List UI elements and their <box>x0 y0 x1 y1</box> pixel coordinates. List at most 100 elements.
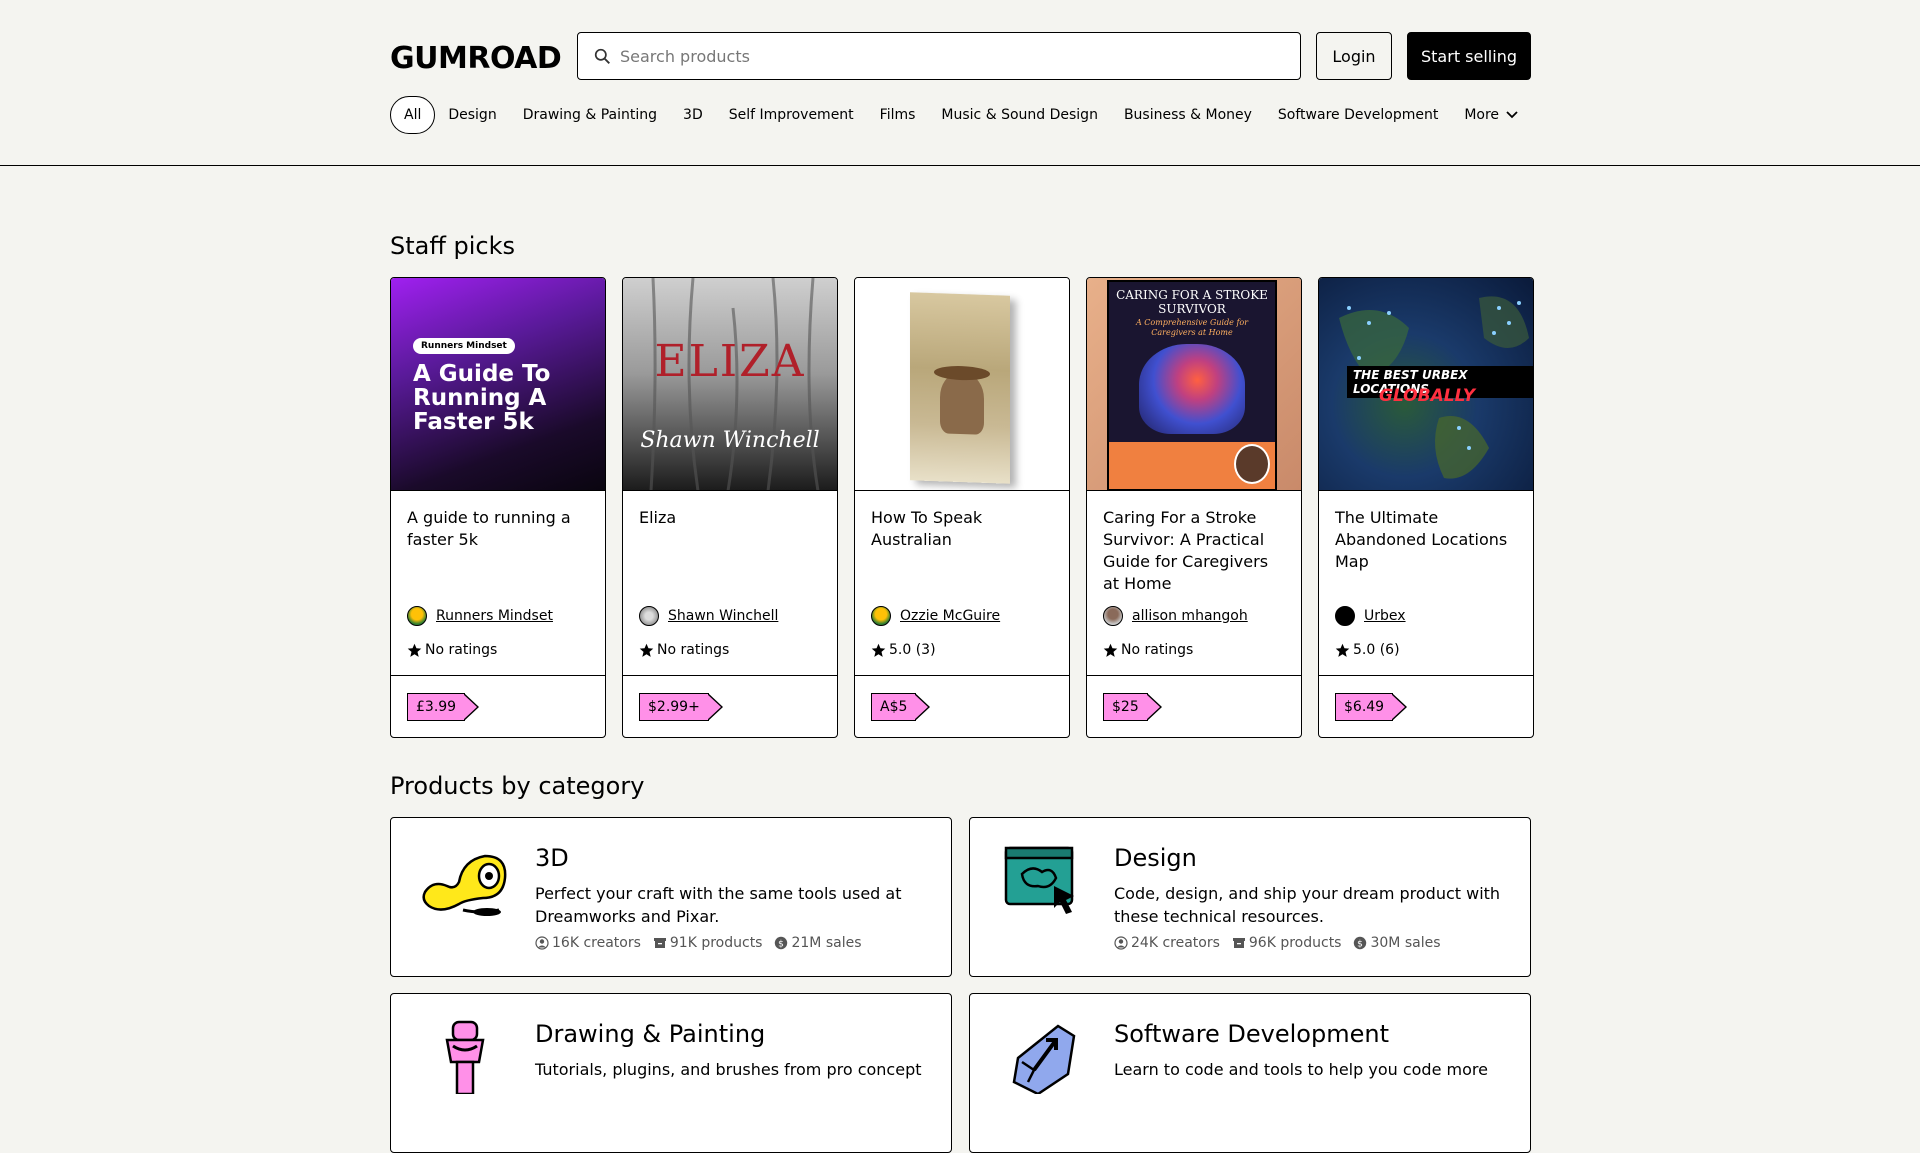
gumroad-logo[interactable]: GUMROAD <box>390 40 562 74</box>
user-icon <box>1114 936 1128 950</box>
category-title[interactable]: Drawing & Painting <box>535 1020 765 1048</box>
avatar <box>407 606 427 626</box>
book-cover-image: CARING FOR A STROKE SURVIVOR A Comprehen… <box>1107 280 1277 490</box>
product-title[interactable]: The Ultimate Abandoned Locations Map <box>1335 507 1517 573</box>
price-tag: $2.99+ <box>639 692 723 721</box>
creator: Shawn Winchell <box>639 606 778 626</box>
product-card[interactable]: Runners Mindset A Guide To Running A Fas… <box>390 277 606 738</box>
cover-subtext: GLOBALLY <box>1379 386 1476 406</box>
login-button[interactable]: Login <box>1316 32 1392 80</box>
creators-count: 16K creators <box>552 935 641 951</box>
category-card-design[interactable]: Design Code, design, and ship your dream… <box>969 817 1531 977</box>
rating-text: 5.0 (3) <box>889 642 936 658</box>
price-area: $2.99+ <box>623 676 837 737</box>
dollar-icon: $ <box>1354 936 1367 950</box>
category-title[interactable]: 3D <box>535 844 569 872</box>
creator-link[interactable]: allison mhangoh <box>1132 608 1248 624</box>
category-card-software-development[interactable]: Software Development Learn to code and t… <box>969 993 1531 1153</box>
sales-stat: $ 21M sales <box>774 935 862 951</box>
nav-item-drawing-painting[interactable]: Drawing & Painting <box>510 96 670 134</box>
category-card-3d[interactable]: 3D Perfect your craft with the same tool… <box>390 817 952 977</box>
creator-link[interactable]: Ozzie McGuire <box>900 608 1000 624</box>
price-tag: A$5 <box>871 692 931 721</box>
search-input[interactable] <box>620 46 1260 66</box>
nav-item-design[interactable]: Design <box>435 96 509 134</box>
product-cover: Runners Mindset A Guide To Running A Fas… <box>391 278 605 491</box>
cover-badge: Runners Mindset <box>413 338 515 354</box>
star-icon <box>1103 643 1118 657</box>
product-title[interactable]: A guide to running a faster 5k <box>407 507 589 551</box>
creator: allison mhangoh <box>1103 606 1248 626</box>
book-cover-image <box>910 292 1010 484</box>
nav-item-music-sound-design[interactable]: Music & Sound Design <box>928 96 1111 134</box>
rating: No ratings <box>1103 642 1193 658</box>
category-stats: 24K creators 96K products $ 30M sales <box>1114 935 1453 951</box>
nav-item-more[interactable]: More <box>1451 96 1532 134</box>
creators-stat: 16K creators <box>535 935 641 951</box>
star-icon <box>407 643 422 657</box>
svg-text:$: $ <box>1358 940 1364 950</box>
sales-stat: $ 30M sales <box>1353 935 1441 951</box>
nav-item-all[interactable]: All <box>390 96 436 134</box>
rating: 5.0 (3) <box>871 642 936 658</box>
creator-link[interactable]: Urbex <box>1364 608 1406 624</box>
paintbrush-icon <box>445 1020 485 1094</box>
products-stat: 96K products <box>1232 935 1342 951</box>
product-cover <box>855 278 1069 491</box>
category-nav: All Design Drawing & Painting 3D Self Im… <box>390 96 1532 134</box>
avatar <box>639 606 659 626</box>
rating-text: 5.0 (6) <box>1353 642 1400 658</box>
star-icon <box>639 643 654 657</box>
rating-text: No ratings <box>425 642 498 658</box>
staff-picks-list: Runners Mindset A Guide To Running A Fas… <box>390 277 1534 738</box>
user-icon <box>535 936 549 950</box>
cover-text: A Guide To Running A Faster 5k <box>413 361 551 435</box>
category-description: Code, design, and ship your dream produc… <box>1114 884 1501 926</box>
nav-item-self-improvement[interactable]: Self Improvement <box>716 96 867 134</box>
products-stat: 91K products <box>653 935 762 951</box>
rating-text: No ratings <box>1121 642 1194 658</box>
product-cover: ELIZA Shawn Winchell <box>623 278 837 491</box>
svg-text:$: $ <box>779 940 785 950</box>
start-selling-button[interactable]: Start selling <box>1407 32 1531 80</box>
3d-icon <box>422 854 507 916</box>
price-area: $6.49 <box>1319 676 1533 737</box>
category-title[interactable]: Software Development <box>1114 1020 1389 1048</box>
nav-item-software-development[interactable]: Software Development <box>1265 96 1451 134</box>
archive-icon <box>1232 938 1245 948</box>
cover-text: ELIZA <box>654 336 806 387</box>
products-by-category-title: Products by category <box>390 772 645 800</box>
nav-item-films[interactable]: Films <box>867 96 929 134</box>
rating: No ratings <box>407 642 497 658</box>
product-title[interactable]: Caring For a Stroke Survivor: A Practica… <box>1103 507 1285 595</box>
product-card[interactable]: THE BEST URBEX LOCATIONS GLOBALLY The Ul… <box>1318 277 1534 738</box>
products-count: 96K products <box>1248 935 1342 951</box>
rating-text: No ratings <box>657 642 730 658</box>
product-title[interactable]: Eliza <box>639 507 821 529</box>
category-description: Tutorials, plugins, and brushes from pro… <box>535 1060 922 1079</box>
price-tag: £3.99 <box>407 692 480 721</box>
staff-picks-title: Staff picks <box>390 232 516 260</box>
design-icon <box>1004 846 1074 914</box>
svg-text:GUMROAD: GUMROAD <box>390 41 561 74</box>
product-card[interactable]: CARING FOR A STROKE SURVIVOR A Comprehen… <box>1086 277 1302 738</box>
product-card[interactable]: ELIZA Shawn Winchell Eliza Shawn Winchel… <box>622 277 838 738</box>
archive-icon <box>653 938 666 948</box>
product-card[interactable]: How To Speak Australian Ozzie McGuire 5.… <box>854 277 1070 738</box>
dollar-icon: $ <box>775 936 788 950</box>
price-tag: $25 <box>1103 692 1162 721</box>
category-title[interactable]: Design <box>1114 844 1197 872</box>
product-cover: THE BEST URBEX LOCATIONS GLOBALLY <box>1319 278 1533 491</box>
cover-subtext: A Comprehensive Guide for Caregivers at … <box>1135 318 1249 337</box>
search-bar[interactable] <box>577 32 1301 80</box>
nav-item-3d[interactable]: 3D <box>670 96 716 134</box>
creator: Urbex <box>1335 606 1406 626</box>
category-card-drawing-painting[interactable]: Drawing & Painting Tutorials, plugins, a… <box>390 993 952 1153</box>
nav-item-business-money[interactable]: Business & Money <box>1111 96 1265 134</box>
creator-link[interactable]: Runners Mindset <box>436 608 553 624</box>
product-title[interactable]: How To Speak Australian <box>871 507 1053 551</box>
creator-link[interactable]: Shawn Winchell <box>668 608 778 624</box>
creators-stat: 24K creators <box>1114 935 1220 951</box>
software-icon <box>1012 1024 1076 1094</box>
cover-text: CARING FOR A STROKE SURVIVOR <box>1116 288 1268 316</box>
